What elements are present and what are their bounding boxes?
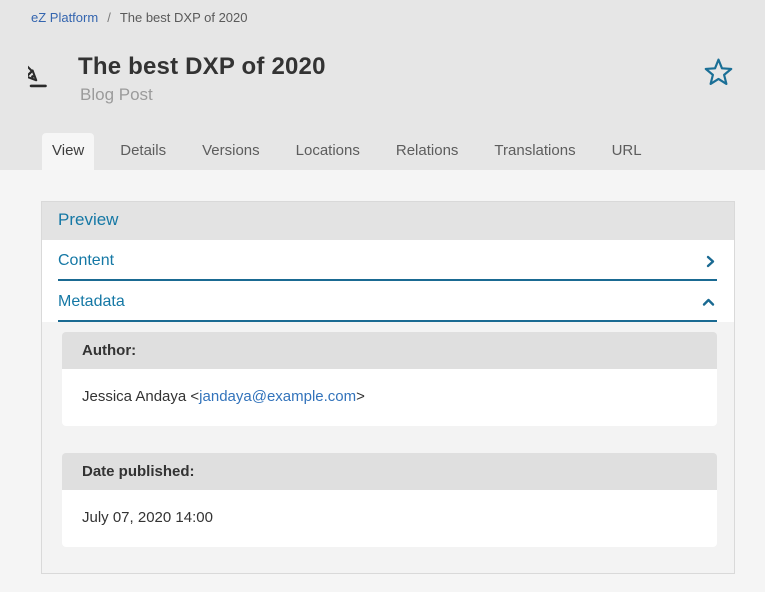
author-field-value: Jessica Andaya <jandaya@example.com> [62, 369, 717, 426]
breadcrumb-current: The best DXP of 2020 [120, 10, 248, 25]
author-name-text: Jessica Andaya < [82, 388, 199, 405]
accordion-row-content[interactable]: Content [42, 240, 734, 281]
tab-locations[interactable]: Locations [286, 133, 370, 170]
tab-relations[interactable]: Relations [386, 133, 469, 170]
date-published-field-value: July 07, 2020 14:00 [62, 490, 717, 547]
accordion-content-label: Content [58, 252, 114, 270]
tab-content-view: Preview Content Metadata [0, 170, 765, 574]
chevron-up-icon [702, 298, 717, 307]
breadcrumb-link-home[interactable]: eZ Platform [31, 10, 98, 25]
tab-view[interactable]: View [42, 133, 94, 170]
bookmark-button[interactable] [703, 56, 734, 90]
tab-details[interactable]: Details [110, 133, 176, 170]
tab-versions[interactable]: Versions [192, 133, 270, 170]
preview-panel: Preview Content Metadata [41, 201, 735, 574]
star-outline-icon [703, 75, 734, 90]
field-group-author: Author: Jessica Andaya <jandaya@example.… [62, 332, 717, 426]
preview-section-header: Preview [42, 202, 734, 240]
breadcrumb: eZ Platform / The best DXP of 2020 [0, 0, 765, 30]
breadcrumb-separator: / [107, 10, 111, 25]
author-field-label: Author: [62, 332, 717, 369]
title-row: The best DXP of 2020 Blog Post [0, 51, 765, 106]
accordion-row-metadata[interactable]: Metadata [42, 281, 734, 322]
pen-edit-icon [28, 52, 66, 94]
date-published-field-label: Date published: [62, 453, 717, 490]
tab-translations[interactable]: Translations [484, 133, 585, 170]
author-suffix-text: > [356, 388, 365, 405]
page-header: eZ Platform / The best DXP of 2020 The bes… [0, 0, 765, 170]
accordion-metadata-label: Metadata [58, 293, 125, 311]
metadata-expanded-body: Author: Jessica Andaya <jandaya@example.… [42, 322, 734, 573]
tab-bar: View Details Versions Locations Relation… [0, 133, 765, 170]
title-block: The best DXP of 2020 Blog Post [78, 51, 326, 106]
chevron-right-icon [706, 255, 717, 268]
tab-url[interactable]: URL [602, 133, 652, 170]
field-group-date-published: Date published: July 07, 2020 14:00 [62, 453, 717, 547]
author-email-link[interactable]: jandaya@example.com [199, 388, 356, 405]
page-subtitle: Blog Post [78, 84, 326, 106]
page-title: The best DXP of 2020 [78, 51, 326, 82]
